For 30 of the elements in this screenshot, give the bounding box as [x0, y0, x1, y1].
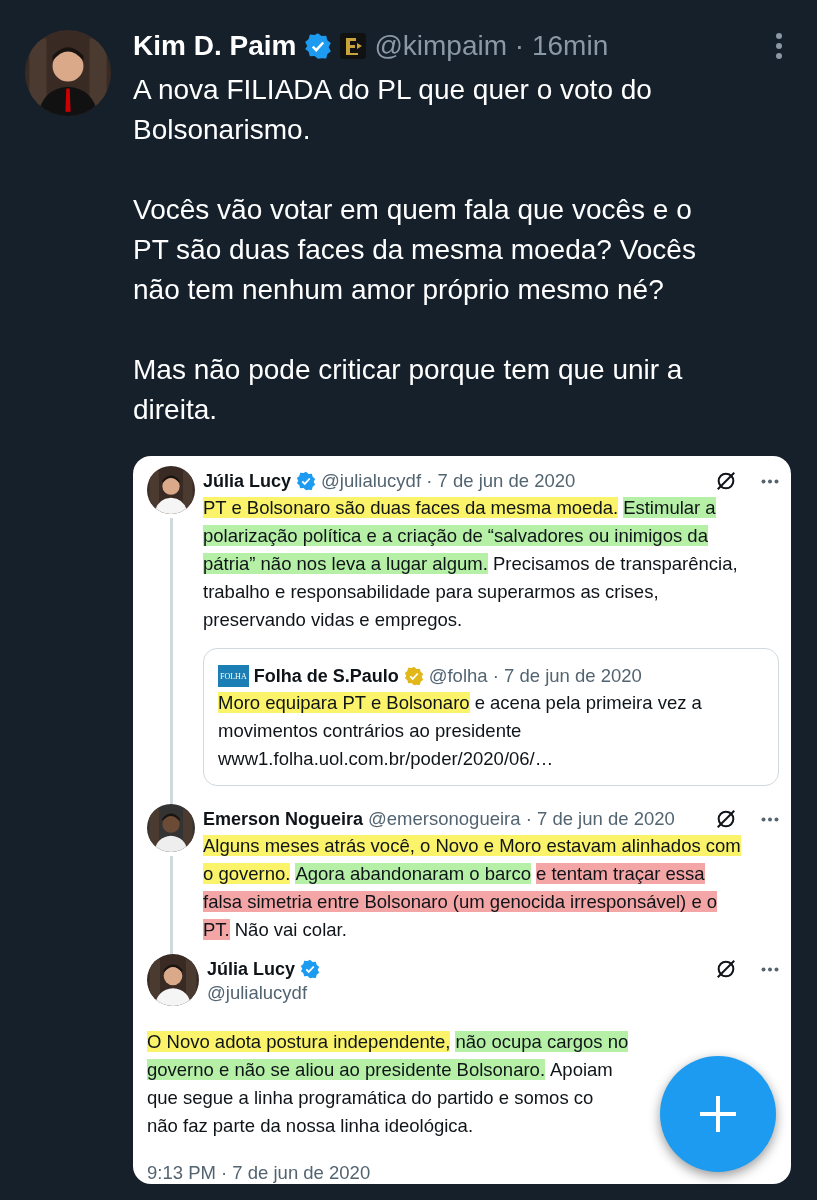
author-handle: @julialucydf	[207, 982, 309, 1004]
post-text: Alguns meses atrás você, o Novo e Moro estavam alinhados com o governo. Agora abandonaram o barco e tentam traçar essa falsa simetria entre Bolsonaro (um genocida irresponsável) e o PT. Não vai colar.	[203, 834, 742, 942]
author-handle: @kimpaim · 16min	[374, 30, 609, 62]
verified-badge-icon	[304, 32, 333, 60]
post-text: Vocês vão votar em quem fala que vocês e o PT são duas faces da mesma moeda? Vocês não tem nenhum amor próprio mesmo né?	[133, 193, 697, 307]
more-icon[interactable]	[761, 478, 779, 484]
author-name: Kim D. Paim	[133, 30, 297, 62]
post-timestamp: 9:13 PM · 7 de jun de 2020	[147, 1162, 372, 1184]
quoted-post[interactable]: FOLHA Folha de S.Paulo @folha · 7 de jun de 2020 Moro equipara PT e Bolsonaro e acena pela primeira vez a movimentos contrários ao presidente www1.folha.uol.com.br/poder/2020/06/…	[203, 648, 779, 786]
slashed-circle-icon	[715, 808, 737, 830]
slashed-circle-icon	[715, 470, 737, 492]
post-text: Mas não pode criticar porque tem que unir a direita.	[133, 353, 684, 427]
author-name: Júlia Lucy	[203, 470, 292, 492]
post-text: PT e Bolsonaro são duas faces da mesma moeda. Estimular a polarização política e a criação de “salvadores ou inimigos da pátria” não nos leva a lugar algum. Precisamos de transparência, trabalho e responsabilidade para superarmos as crises, preservando vidas e empregos.	[203, 496, 739, 632]
author-name: Folha de S.Paulo	[253, 665, 399, 687]
more-icon[interactable]	[761, 966, 779, 972]
author-name: Emerson Nogueira	[203, 808, 364, 830]
author-handle: @emersonogueira · 7 de jun de 2020	[368, 808, 675, 830]
source-logo: FOLHA	[218, 665, 249, 687]
affiliate-logo-icon	[340, 33, 367, 59]
more-icon[interactable]	[761, 816, 779, 822]
post-text: O Novo adota postura independente, não ocupa cargos no governo e não se aliou ao presidente Bolsonaro. Apoiam que segue a linha programática do partido e somos co não faz parte da nossa linha ideológica.	[147, 1030, 630, 1138]
slashed-circle-icon	[715, 958, 737, 980]
author-handle: @julialucydf · 7 de jun de 2020	[321, 470, 576, 492]
author-name: Júlia Lucy	[207, 958, 296, 980]
post-text: Moro equipara PT e Bolsonaro e acena pela primeira vez a movimentos contrários ao presidente www1.folha.uol.com.br/poder/2020/06/…	[218, 691, 703, 771]
more-icon[interactable]	[775, 33, 783, 59]
author-handle: @folha · 7 de jun de 2020	[428, 665, 642, 687]
post-text: A nova FILIADA do PL que quer o voto do Bolsonarismo.	[133, 73, 653, 147]
plus-icon	[698, 1094, 738, 1134]
